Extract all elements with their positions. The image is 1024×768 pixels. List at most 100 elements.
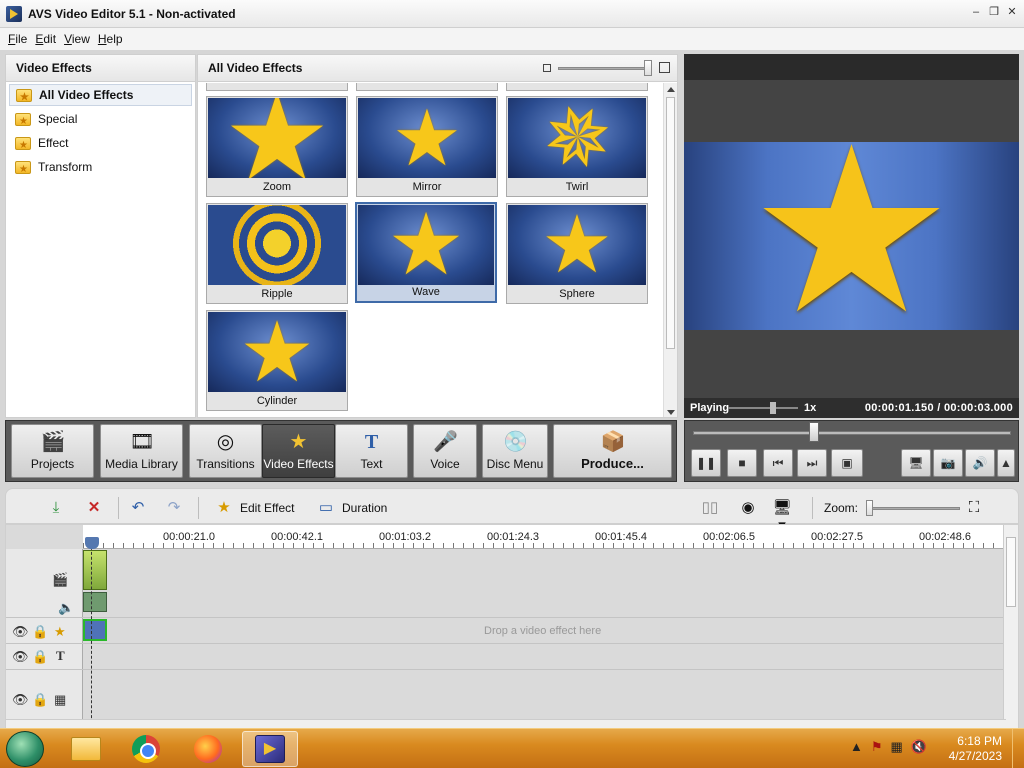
start-button[interactable]: [6, 731, 44, 767]
timeline-vertical-scrollbar[interactable]: [1003, 525, 1018, 731]
menu-file[interactable]: File: [8, 32, 27, 46]
show-desktop-button[interactable]: [1012, 729, 1024, 768]
disc-menu-button[interactable]: 💿 Disc Menu: [482, 424, 548, 478]
webcam-button[interactable]: ◉: [738, 497, 764, 519]
show-hidden-icons-icon[interactable]: ▲: [850, 739, 863, 755]
video-clip[interactable]: [83, 550, 107, 590]
pause-button[interactable]: ❚❚: [691, 449, 721, 477]
timeline-add-button[interactable]: ⤓: [46, 497, 72, 519]
effect-tile-partial[interactable]: [506, 83, 648, 91]
storyboard-toggle-button[interactable]: ▯▯: [700, 497, 726, 519]
zoom-slider[interactable]: [868, 507, 960, 510]
media-library-button[interactable]: 🎞 Media Library: [100, 424, 183, 478]
time-ruler[interactable]: 00:00:21.0 00:00:42.1 00:01:03.2 00:01:2…: [83, 525, 1004, 549]
undo-button[interactable]: ↶: [128, 497, 154, 519]
taskbar-avs-video-editor[interactable]: ▶: [242, 731, 298, 767]
lock-icon[interactable]: 🔒: [32, 650, 48, 664]
close-button[interactable]: ✕: [1006, 6, 1018, 18]
stop-button[interactable]: ■: [727, 449, 757, 477]
taskbar-chrome[interactable]: [118, 731, 174, 767]
video-effects-button[interactable]: ★ Video Effects: [262, 424, 335, 478]
monitor-button[interactable]: 🖥: [901, 449, 931, 477]
effect-clip[interactable]: [83, 619, 107, 641]
playback-position-thumb[interactable]: [809, 422, 819, 442]
network-icon[interactable]: ▦: [891, 739, 903, 755]
chrome-icon: [132, 735, 160, 763]
projects-button[interactable]: 🎬 Projects: [11, 424, 94, 478]
storyboard-icon: ▯▯: [701, 499, 719, 516]
pause-icon: ❚❚: [695, 456, 717, 470]
taskbar-file-explorer[interactable]: [58, 731, 114, 767]
scrollbar-thumb[interactable]: [666, 97, 675, 349]
clock-date: 4/27/2023: [948, 749, 1002, 763]
previous-frame-button[interactable]: ⏮: [763, 449, 793, 477]
visibility-eye-icon[interactable]: 👁: [12, 650, 29, 664]
edit-effect-button[interactable]: ★ Edit Effect: [214, 497, 294, 519]
playback-position-slider[interactable]: [693, 431, 1011, 435]
visibility-eye-icon[interactable]: 👁: [12, 625, 29, 639]
display-mode-button[interactable]: 🖥▾: [772, 497, 798, 534]
undo-icon: ↶: [131, 499, 145, 516]
minimize-button[interactable]: –: [970, 6, 982, 18]
taskbar-clock[interactable]: 6:18 PM 4/27/2023: [949, 734, 1002, 764]
small-thumbnails-icon[interactable]: [543, 64, 551, 72]
preview-screen[interactable]: ★: [684, 142, 1019, 330]
transitions-button[interactable]: ◎ Transitions: [189, 424, 262, 478]
voice-button[interactable]: 🎤 Voice: [413, 424, 477, 478]
effect-tile-wave[interactable]: ★ Wave: [355, 202, 497, 303]
edit-effect-label: Edit Effect: [240, 501, 295, 515]
category-all-video-effects[interactable]: All Video Effects: [9, 84, 192, 109]
large-thumbnails-icon[interactable]: [659, 62, 670, 73]
effect-tile-ripple[interactable]: Ripple: [206, 203, 348, 304]
snapshot-button[interactable]: 📷: [933, 449, 963, 477]
taskbar-firefox[interactable]: [180, 731, 236, 767]
playback-speed[interactable]: 1x: [804, 402, 816, 414]
lock-icon[interactable]: 🔒: [32, 625, 48, 639]
star-icon: ★: [239, 312, 315, 392]
audio-clip[interactable]: [83, 592, 107, 612]
category-special[interactable]: Special: [9, 108, 192, 133]
scrollbar-thumb[interactable]: [1006, 537, 1016, 607]
effect-tile-mirror[interactable]: ★ Mirror: [356, 96, 498, 197]
effects-grid-panel: All Video Effects ★ Zoom ★ Mirror ✵ Twir…: [197, 54, 678, 418]
volume-muted-icon[interactable]: 🔇: [911, 739, 927, 755]
effect-tile-zoom[interactable]: ★ Zoom: [206, 96, 348, 197]
effect-tile-twirl[interactable]: ✵ Twirl: [506, 96, 648, 197]
fullscreen-button[interactable]: ▣: [831, 449, 863, 477]
effects-category-panel: Video Effects All Video Effects Special …: [5, 54, 196, 418]
zoom-slider-thumb[interactable]: [866, 500, 873, 516]
playhead-handle[interactable]: [85, 537, 99, 549]
duration-button[interactable]: ▭ Duration: [316, 497, 387, 519]
category-effect[interactable]: Effect: [9, 132, 192, 157]
volume-mini-slider[interactable]: [728, 407, 798, 409]
effect-tile-partial[interactable]: [356, 83, 498, 91]
category-transform[interactable]: Transform: [9, 156, 192, 181]
text-button[interactable]: T Text: [335, 424, 408, 478]
lock-icon[interactable]: 🔒: [32, 693, 48, 707]
scroll-up-icon[interactable]: [667, 87, 675, 92]
menu-view[interactable]: View: [64, 32, 90, 46]
visibility-eye-icon[interactable]: 👁: [12, 693, 29, 707]
effects-vertical-scrollbar[interactable]: [663, 83, 677, 417]
fit-to-window-button[interactable]: ⛶: [964, 497, 990, 519]
effect-tile-sphere[interactable]: ★ Sphere: [506, 203, 648, 304]
action-center-flag-icon[interactable]: ⚑: [871, 739, 883, 755]
expand-button[interactable]: ▲: [997, 449, 1015, 477]
volume-button[interactable]: 🔊: [965, 449, 995, 477]
audio-mute-icon[interactable]: 🔈: [58, 601, 74, 615]
produce-button[interactable]: 📦 Produce...: [553, 424, 672, 478]
menu-edit[interactable]: Edit: [35, 32, 56, 46]
restore-button[interactable]: ❐: [988, 6, 1000, 18]
thumbnail-size-slider[interactable]: [558, 67, 650, 70]
effect-tile-partial[interactable]: [206, 83, 348, 91]
delete-button[interactable]: ✕: [84, 497, 110, 519]
effects-folder-icon: [15, 135, 31, 157]
thumbnail-size-slider-thumb[interactable]: [644, 60, 652, 76]
scroll-down-icon[interactable]: [667, 410, 675, 415]
menu-help[interactable]: Help: [98, 32, 123, 46]
next-frame-button[interactable]: ⏭: [797, 449, 827, 477]
volume-mini-slider-thumb[interactable]: [770, 402, 776, 414]
effect-tile-cylinder[interactable]: ★ Cylinder: [206, 310, 348, 411]
category-label: Transform: [38, 160, 93, 174]
redo-button[interactable]: ↷: [164, 497, 190, 519]
